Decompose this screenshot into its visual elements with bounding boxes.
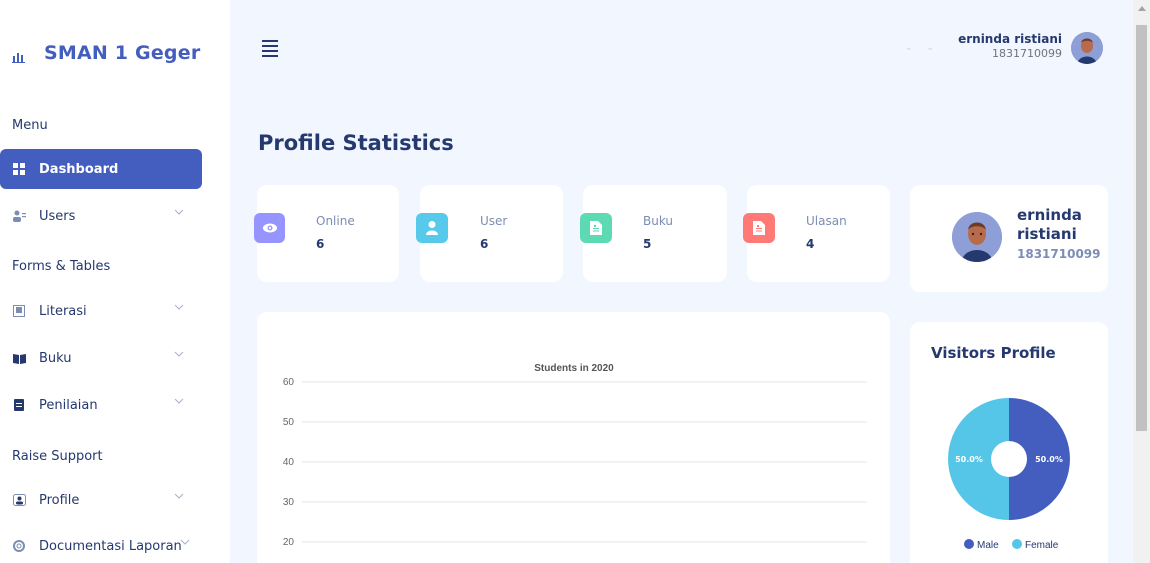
sidebar-item-buku[interactable]: Buku bbox=[0, 338, 202, 378]
section-title-raise-support: Raise Support bbox=[12, 449, 103, 464]
file-icon bbox=[743, 213, 775, 243]
y-tick-label: 60 bbox=[283, 377, 295, 388]
avatar[interactable] bbox=[1071, 32, 1103, 64]
book-icon bbox=[12, 351, 26, 365]
eye-icon bbox=[254, 213, 285, 243]
chevron-down-icon bbox=[174, 351, 184, 357]
sidebar-item-label: Users bbox=[39, 208, 76, 224]
sidebar-item-label: Profile bbox=[39, 492, 80, 508]
pie-value-label: 50.0% bbox=[955, 455, 983, 464]
file-icon bbox=[580, 213, 612, 243]
section-title-menu: Menu bbox=[12, 118, 48, 133]
user-icon bbox=[416, 213, 448, 243]
page-title: Profile Statistics bbox=[258, 131, 454, 155]
scroll-up-arrow-icon[interactable] bbox=[1138, 6, 1146, 11]
sidebar-item-label: Literasi bbox=[39, 303, 87, 319]
sidebar-item-penilaian[interactable]: Penilaian bbox=[0, 385, 202, 425]
chevron-down-icon bbox=[174, 304, 184, 310]
user-menu[interactable]: erninda ristiani 1831710099 bbox=[958, 32, 1062, 60]
stat-card-buku: Buku 5 bbox=[580, 185, 727, 282]
header-user-name: erninda ristiani bbox=[958, 32, 1062, 46]
scrollbar-thumb[interactable] bbox=[1136, 25, 1147, 431]
sidebar-item-profile[interactable]: Profile bbox=[0, 480, 202, 520]
stat-label: Buku bbox=[643, 214, 674, 228]
menu-toggle-icon[interactable] bbox=[262, 40, 278, 57]
pie-value-label: 50.0% bbox=[1035, 455, 1063, 464]
dropdown-indicator-icon[interactable]: ⌄⌄ bbox=[905, 43, 948, 53]
sidebar-item-label: Buku bbox=[39, 350, 72, 366]
stat-card-online: Online 6 bbox=[254, 185, 399, 282]
sidebar-item-literasi[interactable]: Literasi bbox=[0, 291, 202, 331]
profile-card: erninda ristiani 1831710099 bbox=[910, 185, 1108, 292]
stat-value: 4 bbox=[806, 237, 815, 251]
legend-marker[interactable] bbox=[1012, 539, 1022, 549]
chart-card: Students in 2020 60 50 40 30 20 bbox=[257, 312, 890, 563]
sidebar-item-dashboard[interactable]: Dashboard bbox=[0, 149, 202, 189]
y-tick-label: 50 bbox=[283, 417, 295, 428]
section-title-forms: Forms & Tables bbox=[12, 259, 111, 274]
pie-chart: 50.0% 50.0% Male Female bbox=[948, 398, 1070, 551]
sidebar-item-label: Penilaian bbox=[39, 397, 98, 413]
chart-title: Students in 2020 bbox=[534, 363, 614, 374]
bar-chart-icon bbox=[12, 53, 25, 63]
book-open-icon bbox=[12, 304, 26, 318]
stat-value: 6 bbox=[316, 237, 325, 251]
chevron-down-icon bbox=[174, 398, 184, 404]
profile-icon bbox=[12, 493, 26, 507]
chevron-down-icon bbox=[174, 493, 184, 499]
legend-label[interactable]: Male bbox=[977, 540, 999, 551]
stat-value: 6 bbox=[480, 237, 489, 251]
visitors-profile-card: Visitors Profile 50.0% 50.0% Male Female bbox=[910, 322, 1108, 563]
scrollbar[interactable] bbox=[1133, 0, 1150, 563]
chevron-down-icon bbox=[174, 209, 184, 215]
document-icon bbox=[12, 398, 26, 412]
stat-card-user: User 6 bbox=[416, 185, 563, 282]
legend-marker[interactable] bbox=[964, 539, 974, 549]
sidebar-item-label: Dashboard bbox=[39, 161, 119, 177]
chevron-down-icon bbox=[180, 539, 190, 545]
profile-name: erninda ristiani bbox=[1017, 206, 1082, 243]
lifebuoy-icon bbox=[12, 539, 26, 553]
stat-card-ulasan: Ulasan 4 bbox=[743, 185, 890, 282]
avatar[interactable] bbox=[952, 212, 1002, 262]
donut-hole bbox=[991, 441, 1027, 477]
grid-icon bbox=[12, 162, 26, 176]
stat-value: 5 bbox=[643, 237, 652, 251]
sidebar-item-documentasi-laporan[interactable]: Documentasi Laporan bbox=[0, 526, 202, 563]
brand[interactable]: SMAN 1 Geger bbox=[12, 42, 200, 64]
header-user-id: 1831710099 bbox=[992, 47, 1062, 60]
stat-label: User bbox=[480, 214, 508, 228]
y-tick-label: 40 bbox=[283, 457, 295, 468]
sidebar-item-users[interactable]: Users bbox=[0, 196, 202, 236]
y-tick-label: 30 bbox=[283, 497, 295, 508]
stat-label: Online bbox=[316, 214, 355, 228]
line-chart: Students in 2020 60 50 40 30 20 bbox=[283, 363, 867, 548]
users-icon bbox=[12, 209, 26, 223]
legend-label[interactable]: Female bbox=[1025, 540, 1059, 551]
stat-label: Ulasan bbox=[806, 214, 847, 228]
y-tick-label: 20 bbox=[283, 537, 295, 548]
sidebar: SMAN 1 Geger Menu Dashboard Users Forms … bbox=[0, 0, 230, 563]
sidebar-item-label: Documentasi Laporan bbox=[39, 538, 182, 554]
brand-name: SMAN 1 Geger bbox=[44, 42, 201, 64]
profile-id: 1831710099 bbox=[1017, 247, 1101, 261]
